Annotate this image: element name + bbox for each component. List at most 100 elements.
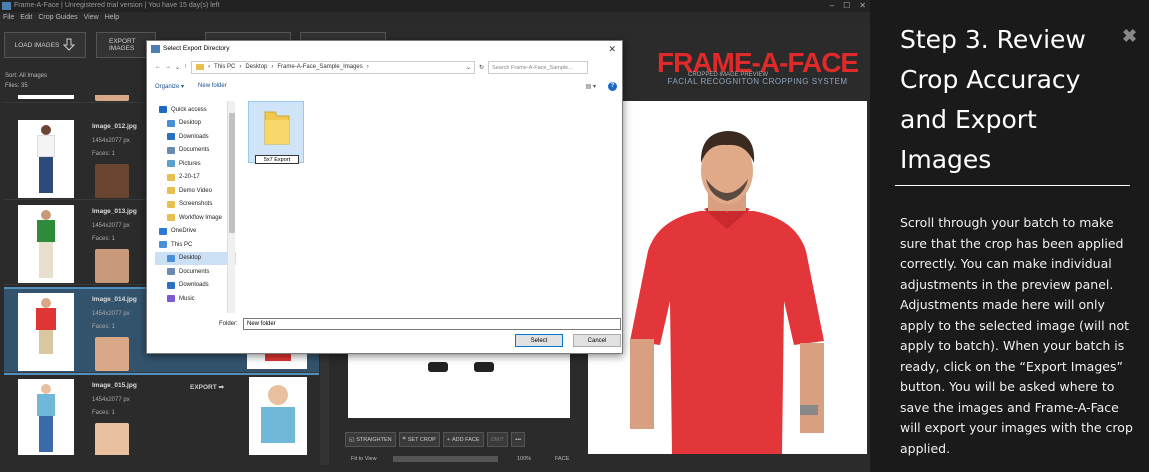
more-icon: •••	[515, 436, 522, 443]
address-row: ← → ⌄ ↑ › This PC › Desktop › Frame-A-Face_Sa…	[155, 59, 615, 75]
cancel-button[interactable]: Cancel	[573, 334, 621, 347]
search-input[interactable]: Search Frame-A-Face_Sample...	[488, 60, 589, 74]
nav-item-label: Demo Video	[179, 187, 212, 194]
nav-item-icon	[167, 214, 175, 222]
sort-row: Sort: All Images Files: 35	[0, 69, 148, 93]
plus-icon: +	[446, 436, 450, 443]
nav-item-label: Documents	[179, 147, 210, 154]
nav-item[interactable]: Demo Video	[155, 184, 236, 198]
search-placeholder: Search Frame-A-Face_Sample...	[492, 64, 573, 71]
view-options-icon[interactable]: ▤ ▾	[586, 83, 596, 90]
nav-item[interactable]: This PC	[155, 238, 236, 252]
nav-item[interactable]: OneDrive	[155, 225, 236, 239]
select-button[interactable]: Select	[515, 334, 563, 347]
breadcrumb-sample-images[interactable]: Frame-A-Face_Sample_Images	[277, 64, 362, 70]
menu-view[interactable]: View	[84, 12, 99, 23]
face-thumbnail	[95, 164, 129, 198]
zoom-percent: 100%	[517, 456, 532, 462]
add-face-button[interactable]: + ADD FACE	[442, 432, 484, 447]
nav-item-label: 2-20-17	[179, 174, 200, 181]
nav-scrollbar[interactable]	[227, 101, 235, 313]
export-single-button[interactable]: EXPORT ➡	[190, 383, 224, 391]
sort-label: Sort:	[5, 73, 18, 79]
nav-item[interactable]: Screenshots	[155, 198, 236, 212]
nav-item[interactable]: Downloads📌	[155, 130, 236, 144]
help-icon[interactable]: ?	[608, 81, 617, 91]
chevron-down-icon[interactable]: ⌄	[175, 64, 180, 71]
close-icon[interactable]: ✕	[608, 41, 616, 57]
person-shirt	[37, 394, 55, 416]
organize-button[interactable]: Organize ▾	[155, 83, 184, 90]
nav-item-icon	[167, 146, 175, 154]
nav-item[interactable]: Desktop	[155, 251, 236, 265]
nav-scroll-thumb[interactable]	[229, 113, 235, 233]
person-head	[41, 298, 51, 308]
face-count: Faces: 1	[92, 410, 116, 416]
add-face-label: ADD FACE	[452, 436, 480, 443]
minimize-icon[interactable]: –	[830, 0, 834, 12]
person-shirt	[37, 220, 55, 242]
folder-input[interactable]: New folder	[243, 318, 621, 330]
menu-help[interactable]: Help	[105, 12, 119, 23]
nav-item[interactable]: 2-20-17	[155, 171, 236, 185]
frame-a-face-window: Frame-A-Face | Unregistered trial versio…	[0, 0, 870, 472]
download-icon	[63, 38, 76, 51]
arrow-right-icon: ➡	[218, 384, 224, 391]
sort-select[interactable]: All Images	[19, 73, 47, 79]
new-folder-button[interactable]: New folder	[198, 83, 227, 89]
nav-item[interactable]: Quick access	[155, 103, 236, 117]
more-button[interactable]: •••	[511, 432, 526, 447]
forward-icon[interactable]: →	[165, 64, 171, 70]
person-pants	[39, 416, 53, 452]
nav-item[interactable]: Workflow Image	[155, 211, 236, 225]
nav-item[interactable]: Pictures📌	[155, 157, 236, 171]
folder-item-5x7-export[interactable]: 5x7 Export	[248, 101, 304, 164]
nav-item-icon	[167, 254, 175, 262]
omit-button[interactable]: OMIT	[486, 432, 509, 447]
menu-crop-guides[interactable]: Crop Guides	[38, 12, 77, 23]
nav-item[interactable]: Documents	[155, 265, 236, 279]
zoom-slider[interactable]	[393, 456, 498, 462]
crop-icon: ⌗	[402, 436, 406, 442]
nav-item[interactable]: Desktop📌	[155, 117, 236, 131]
select-export-directory-dialog: Select Export Directory ✕ ← → ⌄ ↑ › This PC ›…	[146, 40, 623, 354]
edit-preview-panel[interactable]	[348, 346, 570, 418]
nav-item[interactable]: Music	[155, 292, 236, 306]
folder-rename-field[interactable]: 5x7 Export	[255, 155, 299, 164]
close-icon[interactable]: ✕	[859, 0, 866, 12]
breadcrumb-desktop[interactable]: Desktop	[245, 64, 267, 70]
address-bar[interactable]: › This PC › Desktop › Frame-A-Face_Sample_…	[191, 60, 476, 74]
menu-file[interactable]: File	[3, 12, 14, 23]
back-icon[interactable]: ←	[155, 64, 161, 70]
nav-item[interactable]: Downloads	[155, 279, 236, 293]
set-crop-button[interactable]: ⌗ SET CROP	[398, 432, 440, 447]
person-shirt	[36, 308, 56, 330]
nav-item-label: Screenshots	[179, 201, 213, 208]
nav-item[interactable]: Documents📌	[155, 144, 236, 158]
face-zoom-button[interactable]: FACE	[555, 452, 569, 466]
close-icon[interactable]: ✖	[1122, 26, 1137, 47]
tip-body: Scroll through your batch to make sure t…	[900, 215, 1133, 456]
maximize-icon[interactable]: ☐	[843, 0, 850, 12]
refresh-icon[interactable]: ↻	[479, 64, 484, 71]
list-item[interactable]: Image_015.jpg 1454x2077 px Faces: 1 EXPO…	[4, 375, 319, 455]
menu-bar: File Edit Crop Guides View Help	[0, 12, 870, 23]
edit-toolbar: ◱ STRAIGHTEN ⌗ SET CROP + ADD FACE OMIT •••	[345, 432, 575, 450]
nav-item-icon	[167, 200, 175, 208]
face-thumbnail	[95, 95, 129, 101]
fit-to-view-button[interactable]: Fit to View	[351, 452, 377, 466]
person-pants	[39, 242, 53, 278]
breadcrumb-this-pc[interactable]: This PC	[214, 64, 235, 70]
cropped-image-preview	[588, 101, 867, 454]
straighten-button[interactable]: ◱ STRAIGHTEN	[345, 432, 396, 447]
nav-item-icon	[167, 160, 175, 168]
face-count: Faces: 1	[92, 324, 116, 330]
menu-edit[interactable]: Edit	[20, 12, 32, 23]
chevron-down-icon[interactable]: ⌄	[466, 64, 474, 71]
nav-item-icon	[167, 173, 175, 181]
up-icon[interactable]: ↑	[184, 64, 187, 70]
nav-item-label: OneDrive	[171, 228, 197, 235]
dialog-title: Select Export Directory	[163, 45, 230, 52]
load-images-button[interactable]: LOAD IMAGES	[4, 32, 86, 58]
nav-item-label: Desktop	[179, 255, 202, 262]
